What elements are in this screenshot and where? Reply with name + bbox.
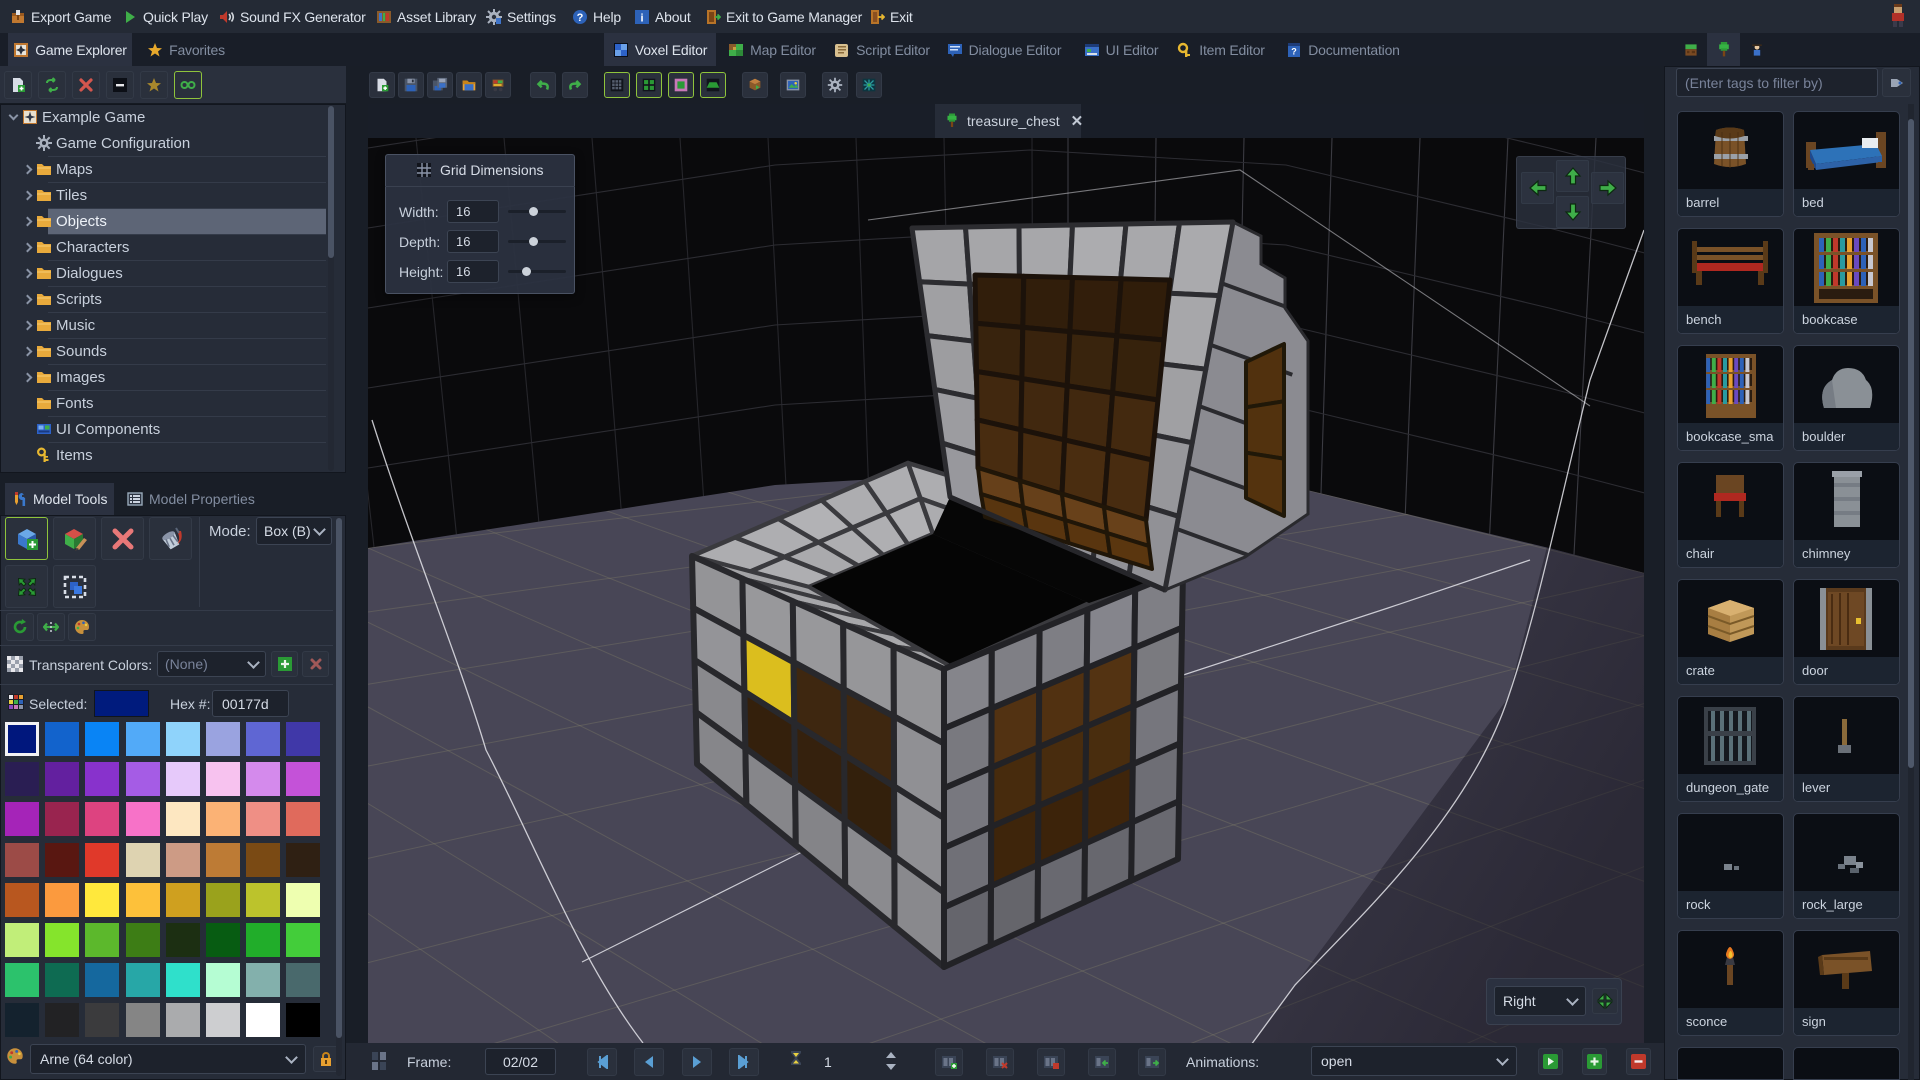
svg-text:?: ? (577, 12, 584, 24)
svg-text:i: i (640, 12, 643, 24)
svg-text:?: ? (1291, 46, 1297, 56)
